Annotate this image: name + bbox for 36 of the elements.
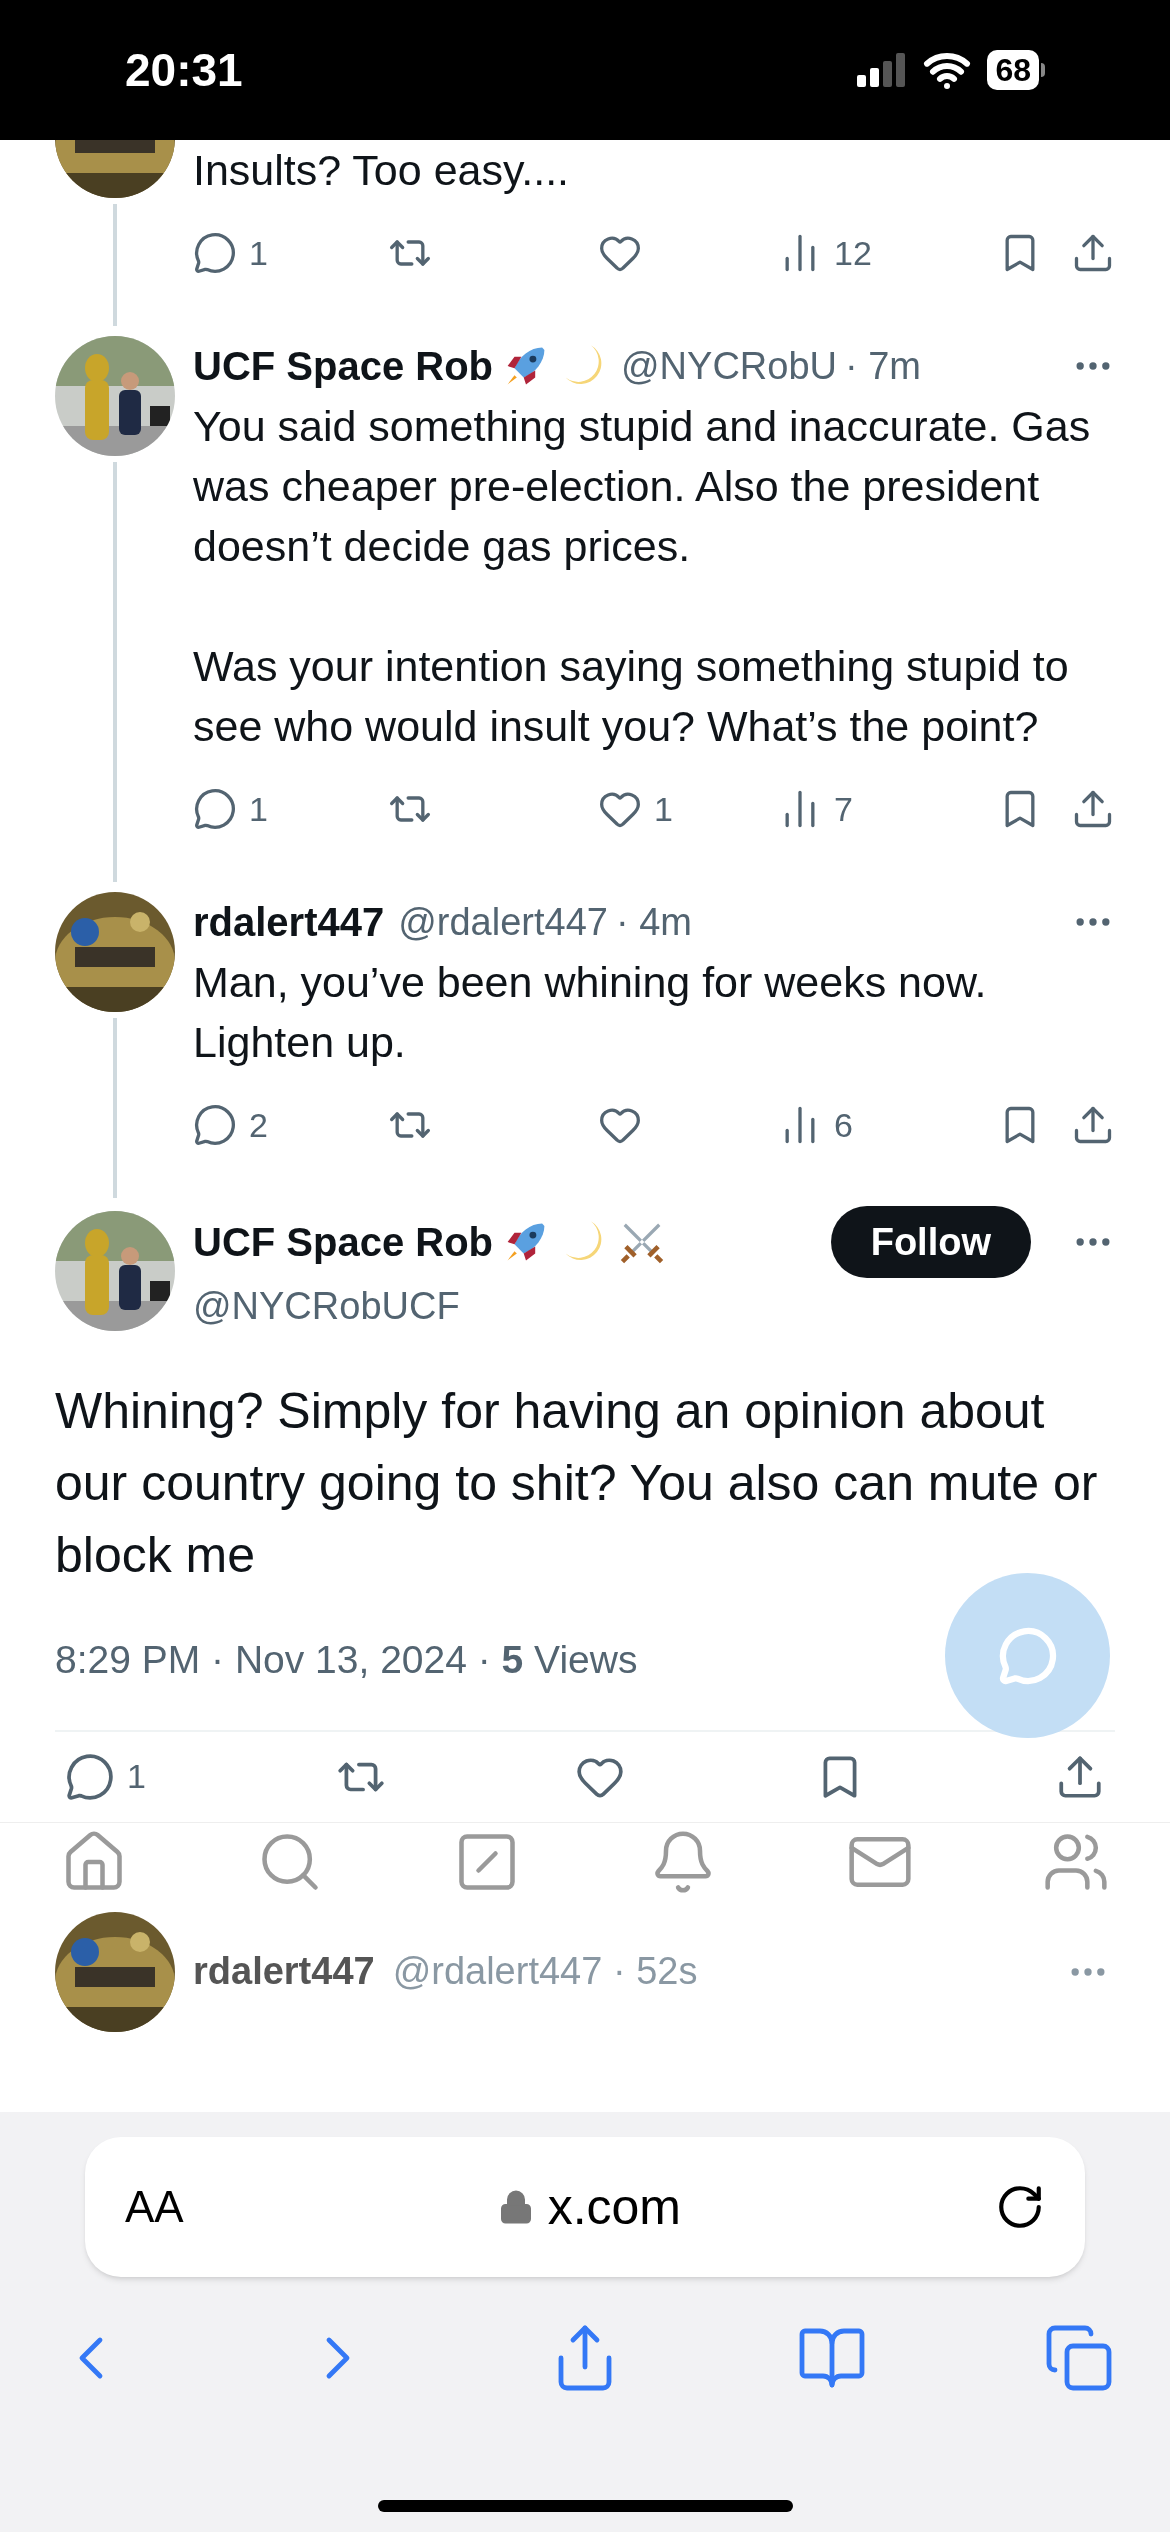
reply-count: 1	[249, 232, 268, 274]
author-name: rdalert447	[193, 899, 385, 946]
reply-icon[interactable]	[65, 1751, 115, 1802]
reply-count: 1	[127, 1756, 146, 1797]
post-time: · 7m	[845, 343, 921, 389]
address-bar[interactable]: AA x.com	[85, 2137, 1085, 2277]
follow-button[interactable]: Follow	[830, 1206, 1031, 1278]
url-text: x.com	[547, 2177, 682, 2237]
author-handle: @rdalert447 · 52s	[392, 1949, 698, 1994]
author-name: UCF Space Rob	[193, 343, 494, 390]
like-count: 1	[654, 788, 673, 830]
clock-time: 20:31	[125, 42, 243, 98]
signal-icon	[857, 53, 908, 87]
views-count: 7	[834, 788, 853, 830]
author-name: UCF Space Rob	[193, 1219, 494, 1266]
author-handle: @NYCRobU	[621, 343, 837, 389]
author-name: rdalert447	[193, 1949, 375, 1994]
tweet-meta: 8:29 PM · Nov 13, 2024 · 5 Views	[55, 1637, 638, 1683]
reply-icon[interactable]	[193, 787, 237, 831]
tweet-text: Whining? Simply for having an opinion about our country going to shit? You also can mute or block me	[55, 1382, 1099, 1585]
reply-text: Man, you’ve been whining for weeks now. Lighten up.	[193, 957, 988, 1068]
reply-text: You said something stupid and inaccurate. Gas was cheaper pre-election. Also the president doesn’t decide gas prices.	[193, 401, 1092, 572]
views-count: 12	[834, 232, 872, 274]
reply-text: Was your intention saying something stupid to see who would insult you? What’s the point?	[193, 641, 1070, 752]
reply-count: 2	[249, 1104, 268, 1146]
reply-icon[interactable]	[193, 1103, 237, 1147]
author-handle: @rdalert447	[398, 899, 608, 945]
views-count: 6	[834, 1104, 853, 1146]
post-time: · 4m	[615, 899, 692, 945]
compose-icon	[997, 1625, 1058, 1686]
text-size-button[interactable]: AA	[125, 2174, 184, 2240]
author-handle: @NYCRobUCF	[193, 1284, 461, 1329]
reply-icon[interactable]	[193, 231, 237, 275]
reply-count: 1	[249, 788, 268, 830]
reply-text: Insults? Too easy....	[193, 145, 571, 196]
battery-indicator: 68	[987, 50, 1045, 90]
